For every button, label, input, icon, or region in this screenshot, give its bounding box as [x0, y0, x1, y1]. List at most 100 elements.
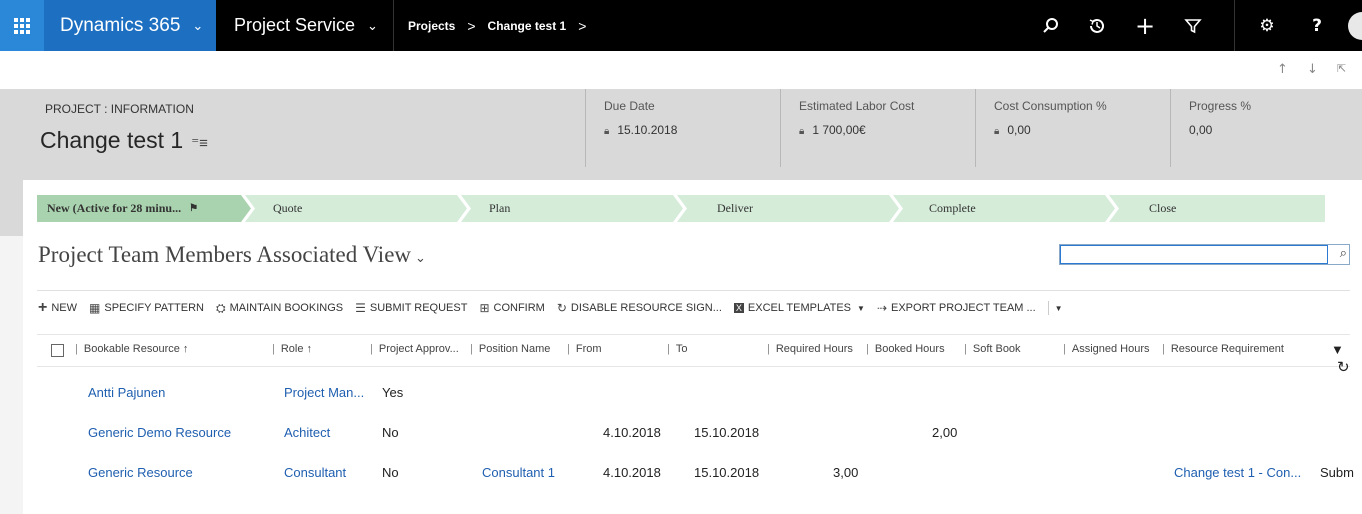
select-all-checkbox[interactable] [51, 344, 64, 357]
search-icon[interactable] [1034, 0, 1068, 51]
column-header-bookable-resource[interactable]: | Bookable Resource ↑ [75, 343, 188, 355]
table-row[interactable]: Antti Pajunen Project Man... Yes [37, 373, 1350, 413]
left-strip [0, 180, 23, 514]
breadcrumb-projects[interactable]: Projects [408, 19, 455, 33]
arrow-up-icon[interactable]: ↑ [1277, 62, 1288, 77]
cell-resource-requirement[interactable]: Change test 1 - Con... [1174, 465, 1301, 480]
add-icon[interactable]: + [1128, 0, 1162, 51]
disable-resource-sign-button[interactable]: ↻ DISABLE RESOURCE SIGN... [557, 301, 722, 315]
cell-resource[interactable]: Generic Resource [88, 465, 193, 480]
help-icon[interactable]: ? [1306, 0, 1328, 51]
stage-label: Complete [929, 201, 976, 215]
excel-templates-button[interactable]: X EXCEL TEMPLATES ▼ [733, 302, 865, 314]
column-label: Resource Requirement [1170, 343, 1284, 355]
refresh-icon: ↻ [556, 301, 567, 315]
command-label: EXCEL TEMPLATES [747, 302, 852, 314]
view-title: Project Team Members Associated View [38, 242, 412, 267]
stage-label: Close [1149, 201, 1177, 215]
cell-resource[interactable]: Generic Demo Resource [88, 425, 231, 440]
search-field[interactable]: ⌕ [1059, 244, 1350, 265]
stage-new[interactable]: New (Active for 28 minu... ⚑ [37, 195, 251, 222]
pop-out-icon[interactable]: ⇱ [1337, 62, 1346, 75]
area-switcher[interactable]: Project Service ⌄ [216, 0, 394, 51]
command-label: DISABLE RESOURCE SIGN... [570, 302, 722, 314]
cell-approved: No [382, 425, 399, 440]
bookings-icon: ⛭ [216, 300, 226, 315]
field-label: Progress % [1189, 99, 1252, 113]
column-header-role[interactable]: | Role ↑ [272, 343, 312, 355]
column-label: Position Name [478, 343, 551, 355]
cell-position-name[interactable]: Consultant 1 [482, 465, 555, 480]
stage-label: Plan [489, 201, 511, 215]
stage-deliver[interactable]: Deliver [677, 195, 899, 222]
column-label: Assigned Hours [1071, 343, 1150, 355]
export-project-team-button[interactable]: ⇢ EXPORT PROJECT TEAM ... [877, 301, 1036, 315]
cell-role[interactable]: Consultant [284, 465, 346, 480]
breadcrumb-record[interactable]: Change test 1 [488, 19, 567, 33]
field-value: 1 700,00€ [812, 123, 866, 137]
stage-complete[interactable]: Complete [893, 195, 1115, 222]
cell-approved: No [382, 465, 399, 480]
column-header-position-name[interactable]: | Position Name [470, 343, 550, 355]
search-input[interactable] [1060, 245, 1328, 264]
header-field-cost-consumption: Cost Consumption % 🔒︎ 0,00 [975, 89, 1170, 167]
column-header-booked-hours[interactable]: | Booked Hours [866, 343, 945, 355]
form-selector-icon[interactable]: ⁼≡ [191, 135, 208, 152]
filter-icon[interactable]: ▼ [1331, 342, 1344, 357]
stage-close[interactable]: Close [1109, 195, 1325, 222]
command-label: EXPORT PROJECT TEAM ... [891, 302, 1036, 314]
record-title-text: Change test 1 [40, 127, 184, 153]
cell-required-hours: 3,00 [833, 465, 859, 480]
record-header: PROJECT : INFORMATION Change test 1 ⁼≡ Du… [0, 89, 1362, 180]
top-nav-bar: Dynamics 365 ⌄ Project Service ⌄ Project… [0, 0, 1362, 51]
confirm-button[interactable]: ⊞ CONFIRM [479, 301, 544, 315]
cell-role[interactable]: Project Man... [284, 385, 364, 400]
header-field-labor-cost: Estimated Labor Cost 🔒︎ 1 700,00€ [780, 89, 975, 167]
caret-down-icon: ▼ [1054, 303, 1063, 313]
cell-resource[interactable]: Antti Pajunen [88, 385, 165, 400]
view-selector[interactable]: Project Team Members Associated View ⌄ [38, 242, 426, 268]
column-header-project-approved[interactable]: | Project Approv... [370, 343, 459, 355]
chevron-right-icon[interactable]: > [578, 18, 586, 34]
new-button[interactable]: + NEW [38, 299, 77, 317]
search-icon[interactable]: ⌕ [1340, 246, 1347, 261]
column-label: Bookable Resource ↑ [83, 343, 189, 355]
submit-request-button[interactable]: ☰ SUBMIT REQUEST [355, 301, 467, 315]
arrow-down-icon[interactable]: ↓ [1307, 62, 1318, 77]
field-label: Estimated Labor Cost [799, 99, 915, 113]
cell-approved: Yes [382, 385, 404, 400]
app-launcher-button[interactable] [0, 0, 44, 51]
app-switcher[interactable]: Dynamics 365 ⌄ [44, 0, 216, 51]
column-label: From [575, 343, 602, 355]
command-bar: + NEW ▦ SPECIFY PATTERN ⛭ MAINTAIN BOOKINGS… [38, 298, 1075, 318]
stage-quote[interactable]: Quote [245, 195, 467, 222]
table-row[interactable]: Generic Demo Resource Achitect No 4.10.2… [37, 413, 1350, 453]
more-commands-button[interactable]: ▼ [1055, 304, 1063, 313]
column-label: Project Approv... [378, 343, 459, 355]
cell-to: 15.10.2018 [694, 465, 760, 480]
specify-pattern-button[interactable]: ▦ SPECIFY PATTERN [89, 301, 204, 315]
record-nav-bar: ↑ ↓ ⇱ [0, 51, 1362, 89]
cell-from: 4.10.2018 [603, 465, 661, 480]
add-icon: + [38, 299, 48, 316]
stage-label: Quote [273, 201, 303, 215]
record-title: Change test 1 ⁼≡ [40, 127, 208, 154]
cell-role[interactable]: Achitect [284, 425, 330, 440]
stage-plan[interactable]: Plan [461, 195, 683, 222]
stage-label: New (Active for 28 minu... [47, 201, 182, 215]
chevron-down-icon: ⌄ [192, 17, 204, 33]
column-header-assigned-hours[interactable]: | Assigned Hours [1063, 343, 1150, 355]
table-row[interactable]: Generic Resource Consultant No Consultan… [37, 453, 1354, 493]
column-header-soft-book[interactable]: | Soft Book [964, 343, 1021, 355]
cell-booked-hours: 2,00 [932, 425, 958, 440]
column-header-from[interactable]: | From [567, 343, 602, 355]
maintain-bookings-button[interactable]: ⛭ MAINTAIN BOOKINGS [216, 301, 343, 316]
column-header-resource-requirement[interactable]: | Resource Requirement [1162, 343, 1284, 355]
column-header-to[interactable]: | To [667, 343, 687, 355]
settings-icon[interactable]: ⚙ [1252, 0, 1282, 51]
filter-icon[interactable] [1176, 0, 1210, 51]
column-header-required-hours[interactable]: | Required Hours [767, 343, 853, 355]
avatar[interactable] [1348, 12, 1362, 40]
export-icon: ⇢ [876, 301, 887, 315]
history-icon[interactable] [1080, 0, 1114, 51]
